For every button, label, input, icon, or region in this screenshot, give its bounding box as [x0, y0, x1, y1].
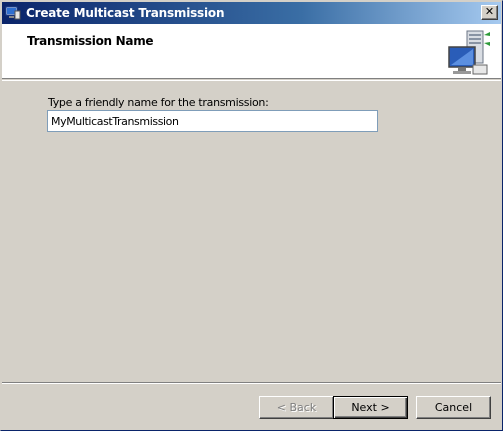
transmission-name-input[interactable] [47, 110, 378, 132]
window-title: Create Multicast Transmission [26, 6, 225, 20]
cancel-button[interactable]: Cancel [416, 396, 491, 419]
button-divider [2, 382, 501, 384]
header-divider [2, 80, 501, 81]
next-button[interactable]: Next > [333, 396, 408, 419]
multicast-app-icon [5, 5, 21, 21]
name-prompt-label: Type a friendly name for the transmissio… [48, 96, 269, 109]
dialog-window: Create Multicast Transmission ✕ Transmis… [0, 0, 503, 431]
title-bar[interactable]: Create Multicast Transmission ✕ [2, 2, 501, 24]
back-button[interactable]: < Back [259, 396, 334, 419]
close-icon: ✕ [484, 6, 495, 18]
close-button[interactable]: ✕ [481, 5, 498, 20]
page-title: Transmission Name [27, 34, 154, 48]
server-computer-icon [447, 27, 493, 77]
wizard-header: Transmission Name [2, 24, 501, 79]
